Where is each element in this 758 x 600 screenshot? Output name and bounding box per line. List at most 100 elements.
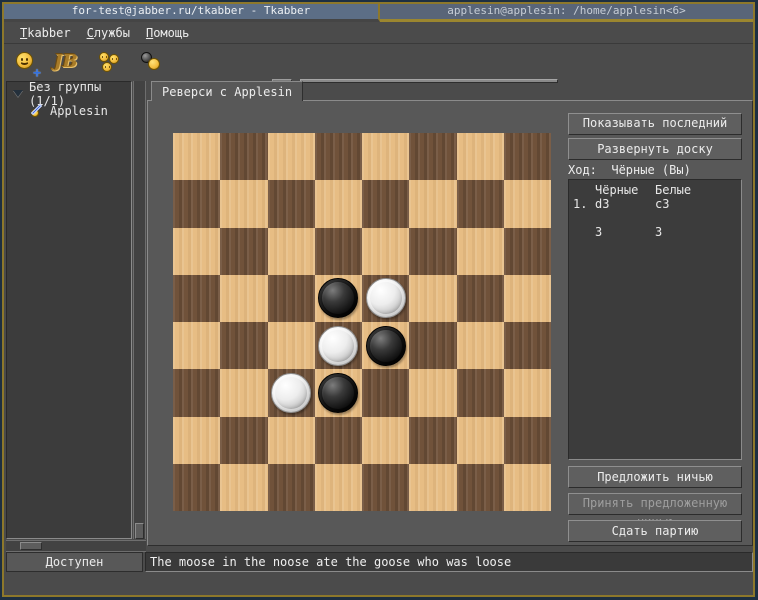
board-cell[interactable]	[315, 133, 362, 180]
paned-sash-bar[interactable]	[300, 79, 558, 83]
roster-horizontal-scrollbar[interactable]	[6, 540, 146, 552]
board-cell[interactable]	[173, 464, 220, 511]
board-cell[interactable]	[220, 322, 267, 369]
board-cell[interactable]	[315, 180, 362, 227]
black-disc	[366, 326, 406, 366]
board-cell[interactable]	[504, 228, 551, 275]
menu-item-tkabber[interactable]: Tkabber	[12, 24, 79, 42]
board-cell[interactable]	[504, 369, 551, 416]
board-cell[interactable]	[173, 228, 220, 275]
status-message-field[interactable]: The moose in the noose ate the goose who…	[145, 552, 753, 572]
board-cell[interactable]	[409, 417, 456, 464]
board-cell[interactable]	[362, 322, 409, 369]
board-cell[interactable]	[173, 322, 220, 369]
board-cell[interactable]	[220, 275, 267, 322]
roster-vertical-scrollbar[interactable]	[133, 81, 146, 539]
presence-status-button[interactable]: Доступен	[6, 552, 143, 572]
board-cell[interactable]	[457, 228, 504, 275]
wm-tab-xterm[interactable]: applesin@applesin: /home/applesin<6>	[380, 4, 753, 22]
board-cell[interactable]	[220, 464, 267, 511]
offer-draw-button[interactable]: Предложить ничью	[568, 466, 742, 488]
board-cell[interactable]	[362, 464, 409, 511]
board-cell[interactable]	[409, 228, 456, 275]
reversi-board[interactable]	[173, 133, 551, 511]
board-cell[interactable]	[268, 464, 315, 511]
board-cell[interactable]	[220, 417, 267, 464]
board-cell[interactable]	[315, 322, 362, 369]
board-cell[interactable]	[504, 322, 551, 369]
board-cell[interactable]	[457, 275, 504, 322]
board-cell[interactable]	[362, 228, 409, 275]
board-cell[interactable]	[457, 322, 504, 369]
board-cell[interactable]	[315, 275, 362, 322]
tab-reversi-game[interactable]: Реверси с Applesin	[151, 81, 303, 101]
board-cell[interactable]	[457, 180, 504, 227]
board-cell[interactable]	[457, 417, 504, 464]
wm-tab-tkabber[interactable]: for-test@jabber.ru/tkabber - Tkabber	[4, 4, 380, 22]
board-cell[interactable]	[315, 369, 362, 416]
flip-board-button[interactable]: Развернуть доску	[568, 138, 742, 160]
board-cell[interactable]	[457, 133, 504, 180]
move-list-header-white: Белые	[655, 183, 715, 197]
board-cell[interactable]	[504, 417, 551, 464]
board-cell[interactable]	[220, 133, 267, 180]
board-cell[interactable]	[409, 180, 456, 227]
add-contact-smiley-icon[interactable]: +	[14, 50, 40, 76]
board-cell[interactable]	[315, 228, 362, 275]
move-list[interactable]: Чёрные Белые 1.d3c3 3 3	[568, 179, 742, 460]
accept-draw-button[interactable]: Принять предложенную ничью	[568, 493, 742, 515]
board-cell[interactable]	[220, 369, 267, 416]
board-cell[interactable]	[504, 464, 551, 511]
board-cell[interactable]	[268, 417, 315, 464]
tkabber-window: for-test@jabber.ru/tkabber - Tkabber app…	[2, 2, 755, 597]
board-cell[interactable]	[220, 228, 267, 275]
board-cell[interactable]	[504, 275, 551, 322]
board-cell[interactable]	[268, 275, 315, 322]
board-cell[interactable]	[173, 133, 220, 180]
board-cell[interactable]	[315, 464, 362, 511]
hscroll-thumb[interactable]	[20, 542, 42, 550]
board-cell[interactable]	[409, 464, 456, 511]
board-cell[interactable]	[362, 369, 409, 416]
board-cell[interactable]	[173, 275, 220, 322]
groupchat-smileys-icon[interactable]	[98, 50, 124, 76]
board-cell[interactable]	[409, 133, 456, 180]
board-cell[interactable]	[173, 417, 220, 464]
chevron-down-icon[interactable]	[13, 90, 23, 97]
board-cell[interactable]	[409, 275, 456, 322]
board-cell[interactable]	[268, 133, 315, 180]
board-cell[interactable]	[457, 369, 504, 416]
board-cell[interactable]	[220, 180, 267, 227]
white-disc-count: 3	[655, 225, 715, 239]
board-cell[interactable]	[409, 322, 456, 369]
board-cell[interactable]	[268, 369, 315, 416]
board-cell[interactable]	[504, 133, 551, 180]
menubar: TkabberСлужбыПомощь	[4, 22, 753, 44]
vscroll-thumb[interactable]	[135, 523, 144, 539]
board-cell[interactable]	[409, 369, 456, 416]
show-last-move-button[interactable]: Показывать последний ход	[568, 113, 742, 135]
board-cell[interactable]	[268, 322, 315, 369]
roster-panel: Без группы (1/1) Applesin	[6, 81, 132, 539]
menu-item-службы[interactable]: Службы	[79, 24, 138, 42]
board-cell[interactable]	[457, 464, 504, 511]
board-cell[interactable]	[362, 275, 409, 322]
jabber-browser-jb-icon[interactable]: JB	[54, 50, 84, 76]
board-cell[interactable]	[173, 369, 220, 416]
board-cell[interactable]	[268, 180, 315, 227]
board-cell[interactable]	[268, 228, 315, 275]
board-cell[interactable]	[315, 417, 362, 464]
presence-balls-icon[interactable]	[138, 50, 164, 76]
reversi-game-panel: Показывать последний ход Развернуть доск…	[147, 100, 753, 546]
resign-button[interactable]: Сдать партию	[568, 520, 742, 542]
roster-group[interactable]: Без группы (1/1)	[7, 86, 131, 101]
board-cell[interactable]	[504, 180, 551, 227]
plus-badge-icon: +	[33, 69, 41, 79]
move-number: 1.	[573, 197, 595, 211]
menu-item-помощь[interactable]: Помощь	[138, 24, 197, 42]
board-cell[interactable]	[362, 180, 409, 227]
board-cell[interactable]	[173, 180, 220, 227]
board-cell[interactable]	[362, 133, 409, 180]
move-row[interactable]: 1.d3c3	[573, 197, 737, 211]
board-cell[interactable]	[362, 417, 409, 464]
